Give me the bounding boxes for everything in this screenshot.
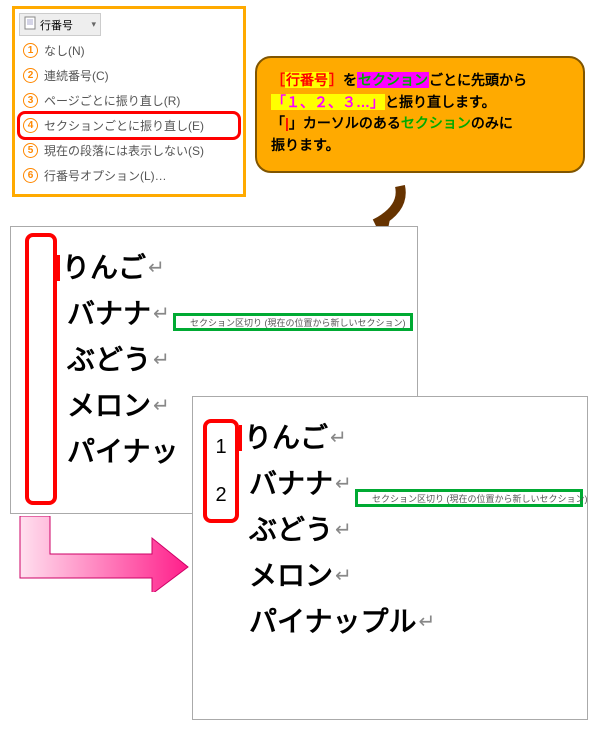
badge-4: 4 [23,118,38,133]
return-mark: ↵ [335,474,352,494]
text-cursor [239,425,242,451]
menu-item-hide-paragraph[interactable]: 5 現在の段落には表示しない(S) [19,138,239,163]
doc-line: ぶどう↵ [67,346,399,374]
badge-1: 1 [23,43,38,58]
doc-line: メロン↵ [249,562,569,590]
return-mark: ↵ [330,428,347,448]
dropdown-header[interactable]: 行番号 ▾ [19,13,101,36]
empty-line-number-column-highlight [25,233,57,505]
return-mark: ↵ [153,396,170,416]
doc-line: パイナップル↵ [249,608,569,636]
menu-item-label: セクションごとに振り直し(E) [44,117,204,134]
arrow-before-to-after [12,516,190,592]
doc-line: りんご↵ [67,254,399,282]
doc-line: ぶどう↵ [249,516,569,544]
menu-item-label: 現在の段落には表示しない(S) [44,142,204,159]
return-mark: ↵ [335,520,352,540]
badge-2: 2 [23,68,38,83]
dropdown-title: 行番号 [40,17,73,33]
line-number-dropdown: 行番号 ▾ 1 なし(N) 2 連続番号(C) 3 ページごとに振り直し(R) … [12,6,246,197]
menu-item-continuous[interactable]: 2 連続番号(C) [19,63,239,88]
return-mark: ↵ [153,304,170,324]
badge-3: 3 [23,93,38,108]
doc-line: りんご↵ [249,424,569,452]
return-mark: ↵ [148,258,165,278]
line-number: 2 [207,484,235,507]
callout-line-4: 振ります。 [271,135,569,157]
section-break-marker: セクション区切り (現在の位置から新しいセクション) [173,313,413,331]
line-number: 1 [207,436,235,459]
menu-list: 1 なし(N) 2 連続番号(C) 3 ページごとに振り直し(R) 4 セクショ… [19,38,239,188]
section-break-marker: セクション区切り (現在の位置から新しいセクション) [355,489,583,507]
menu-item-label: 連続番号(C) [44,67,109,84]
menu-item-per-page[interactable]: 3 ページごとに振り直し(R) [19,88,239,113]
menu-item-options[interactable]: 6 行番号オプション(L)… [19,163,239,188]
callout-line-2: 「１、２、３…」と振り直します。 [271,92,569,114]
return-mark: ↵ [418,612,435,632]
text-cursor [57,255,60,281]
callout-line-3: 「|」カーソルのあるセクションのみに [271,113,569,135]
menu-item-per-section[interactable]: 4 セクションごとに振り直し(E) [19,113,239,138]
callout-line-1: ［行番号］をセクションごとに先頭から [271,70,569,92]
document-after: りんご↵ バナナ↵ ぶどう↵ メロン↵ パイナップル↵ 1 2 セクション区切り… [192,396,588,720]
return-mark: ↵ [153,350,170,370]
badge-5: 5 [23,143,38,158]
explanation-callout: ［行番号］をセクションごとに先頭から 「１、２、３…」と振り直します。 「|」カ… [255,56,585,173]
doc-icon [24,16,36,33]
menu-item-label: 行番号オプション(L)… [44,167,167,184]
section-break-label: セクション区切り (現在の位置から新しいセクション) [372,492,588,505]
menu-item-label: なし(N) [44,42,85,59]
menu-item-none[interactable]: 1 なし(N) [19,38,239,63]
badge-6: 6 [23,168,38,183]
section-break-label: セクション区切り (現在の位置から新しいセクション) [190,316,406,329]
chevron-down-icon: ▾ [91,19,96,30]
menu-item-label: ページごとに振り直し(R) [44,92,180,109]
return-mark: ↵ [335,566,352,586]
line-number-column-highlight: 1 2 [203,419,239,523]
